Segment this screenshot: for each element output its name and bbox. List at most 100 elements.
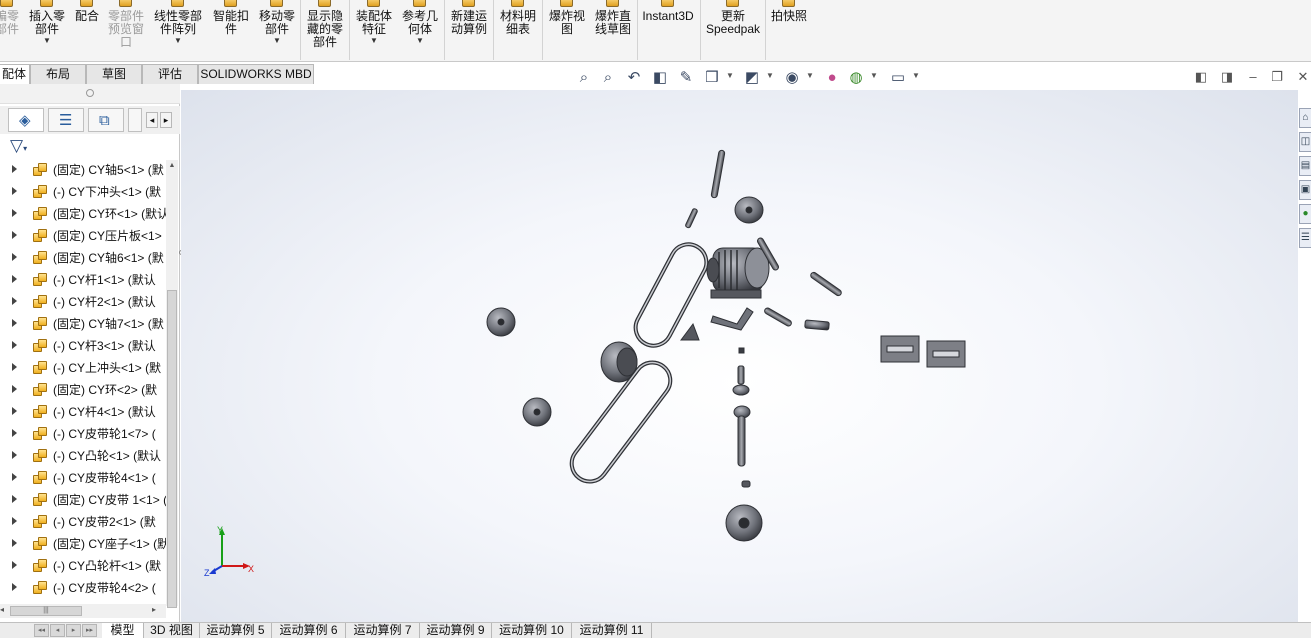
tree-item[interactable]: (-) CY杆1<1> (默认 bbox=[0, 270, 166, 292]
tree-item[interactable]: (固定) CY座子<1> (默 bbox=[0, 534, 166, 556]
tree-item[interactable]: (固定) CY轴5<1> (默 bbox=[0, 160, 166, 182]
previous-tab-icon[interactable]: ◂ bbox=[50, 624, 65, 637]
tab-solidworks-mbd[interactable]: SOLIDWORKS MBD bbox=[198, 64, 314, 84]
chevron-down-icon[interactable]: ▼ bbox=[726, 71, 734, 80]
tree-item[interactable]: (-) CY皮带轮4<1> ( bbox=[0, 468, 166, 490]
chevron-down-icon[interactable]: ▼ bbox=[912, 71, 920, 80]
hide-show-items-icon[interactable]: ◉ bbox=[782, 68, 802, 88]
chevron-down-icon[interactable]: ▼ bbox=[256, 36, 298, 46]
pin-part[interactable] bbox=[737, 365, 745, 385]
exploded-view-button[interactable]: 爆炸视 图 bbox=[545, 0, 589, 36]
tree-item[interactable]: (-) CY杆3<1> (默认 bbox=[0, 336, 166, 358]
tree-item[interactable]: (固定) CY轴7<1> (默 bbox=[0, 314, 166, 336]
scrollbar-thumb[interactable]: ||| bbox=[10, 606, 82, 616]
pin-part[interactable] bbox=[804, 319, 830, 331]
tab-layout[interactable]: 布局 bbox=[30, 64, 86, 84]
link-part[interactable] bbox=[764, 307, 793, 327]
motor-part[interactable] bbox=[706, 247, 770, 299]
tree-item[interactable]: (-) CY凸轮<1> (默认 bbox=[0, 446, 166, 468]
tree-item[interactable]: (-) CY杆4<1> (默认 bbox=[0, 402, 166, 424]
expand-arrow-icon[interactable] bbox=[12, 187, 17, 195]
tree-item[interactable]: (固定) CY环<1> (默认 bbox=[0, 204, 166, 226]
expand-arrow-icon[interactable] bbox=[12, 275, 17, 283]
filter-icon[interactable]: ▽▾ bbox=[10, 136, 36, 158]
expand-arrow-icon[interactable] bbox=[12, 341, 17, 349]
new-motion-study-button[interactable]: 新建运 动算例 bbox=[447, 0, 491, 36]
reference-geometry-button[interactable]: 参考几 何体 ▼ bbox=[399, 0, 441, 46]
property-manager-tab[interactable]: ☰ bbox=[48, 108, 84, 132]
tree-item[interactable]: (-) CY下冲头<1> (默 bbox=[0, 182, 166, 204]
bracket-part[interactable] bbox=[680, 322, 700, 341]
expand-arrow-icon[interactable] bbox=[12, 451, 17, 459]
tree-item[interactable]: (-) CY凸轮杆<1> (默 bbox=[0, 556, 166, 578]
crank-arm-part[interactable] bbox=[710, 307, 754, 331]
scroll-right-icon[interactable]: ▸ bbox=[160, 112, 172, 128]
expand-arrow-icon[interactable] bbox=[12, 297, 17, 305]
expand-arrow-icon[interactable] bbox=[12, 473, 17, 481]
chevron-down-icon[interactable]: ▼ bbox=[26, 36, 68, 46]
tab-3d-view[interactable]: 3D 视图 bbox=[144, 623, 200, 638]
apply-scene-icon[interactable]: ◍ bbox=[846, 68, 866, 88]
explode-line-sketch-button[interactable]: 爆炸直 线草图 bbox=[591, 0, 635, 36]
show-hidden-components-button[interactable]: 显示隐 藏的零 部件 bbox=[303, 0, 347, 49]
file-explorer-icon[interactable]: ▤ bbox=[1299, 156, 1311, 176]
chevron-down-icon[interactable]: ▼ bbox=[806, 71, 814, 80]
update-speedpak-button[interactable]: 更新 Speedpak bbox=[703, 0, 763, 36]
expand-arrow-icon[interactable] bbox=[12, 407, 17, 415]
scroll-right-icon[interactable]: ▸ bbox=[152, 605, 156, 614]
design-library-icon[interactable]: ◫ bbox=[1299, 132, 1311, 152]
configuration-manager-tab[interactable]: ⧉ bbox=[88, 108, 124, 132]
zoom-to-fit-icon[interactable]: ⌕ bbox=[574, 68, 594, 88]
tree-item[interactable]: (-) CY皮带轮1<7> ( bbox=[0, 424, 166, 446]
guide-block-part[interactable] bbox=[926, 340, 966, 368]
expand-arrow-icon[interactable] bbox=[12, 429, 17, 437]
last-tab-icon[interactable]: ▸▸ bbox=[82, 624, 97, 637]
split-left-icon[interactable]: ◧ bbox=[1192, 68, 1210, 86]
split-right-icon[interactable]: ◨ bbox=[1218, 68, 1236, 86]
section-view-icon[interactable]: ◧ bbox=[650, 68, 670, 88]
expand-arrow-icon[interactable] bbox=[12, 385, 17, 393]
view-settings-icon[interactable]: ▭ bbox=[888, 68, 908, 88]
dynamic-annotation-icon[interactable]: ✎ bbox=[676, 68, 696, 88]
custom-properties-icon[interactable]: ☰ bbox=[1299, 228, 1311, 248]
chevron-down-icon[interactable]: ▼ bbox=[150, 36, 206, 46]
tree-item[interactable]: (-) CY杆2<1> (默认 bbox=[0, 292, 166, 314]
tab-motion-study-11[interactable]: 运动算例 11 bbox=[572, 623, 652, 638]
bill-of-materials-button[interactable]: 材料明 细表 bbox=[496, 0, 540, 36]
scroll-left-icon[interactable]: ◂ bbox=[146, 112, 158, 128]
link-part[interactable] bbox=[810, 271, 843, 297]
expand-arrow-icon[interactable] bbox=[12, 165, 17, 173]
tree-horizontal-scrollbar[interactable]: ◂ ||| ▸ bbox=[0, 604, 166, 618]
pin-part[interactable] bbox=[685, 208, 698, 229]
minimize-icon[interactable]: – bbox=[1244, 68, 1262, 86]
tab-motion-study-10[interactable]: 运动算例 10 bbox=[492, 623, 572, 638]
component-preview-button[interactable]: 零部件 预览窗 口 bbox=[106, 0, 146, 49]
edit-component-button[interactable]: 编零 部件 bbox=[0, 0, 20, 36]
chevron-down-icon[interactable]: ▼ bbox=[870, 71, 878, 80]
guide-block-part[interactable] bbox=[880, 335, 920, 363]
expand-arrow-icon[interactable] bbox=[12, 319, 17, 327]
expand-arrow-icon[interactable] bbox=[12, 583, 17, 591]
next-tab-icon[interactable]: ▸ bbox=[66, 624, 81, 637]
tab-sketch[interactable]: 草图 bbox=[86, 64, 142, 84]
graphics-area[interactable] bbox=[181, 90, 1298, 622]
expand-arrow-icon[interactable] bbox=[12, 517, 17, 525]
move-component-button[interactable]: 移动零 部件 ▼ bbox=[256, 0, 298, 46]
expand-arrow-icon[interactable] bbox=[12, 539, 17, 547]
restore-icon[interactable]: ❐ bbox=[1268, 68, 1286, 86]
expand-arrow-icon[interactable] bbox=[12, 495, 17, 503]
display-style-icon[interactable]: ◩ bbox=[742, 68, 762, 88]
tab-motion-study-7[interactable]: 运动算例 7 bbox=[346, 623, 420, 638]
tab-assembly[interactable]: 配体 bbox=[0, 64, 30, 84]
exploded-assembly-model[interactable] bbox=[181, 90, 1298, 622]
more-tabs[interactable] bbox=[128, 108, 142, 132]
chevron-down-icon[interactable]: ▼ bbox=[352, 36, 396, 46]
view-orientation-icon[interactable]: ❒ bbox=[702, 68, 722, 88]
linear-pattern-button[interactable]: 线性零部 件阵列 ▼ bbox=[150, 0, 206, 46]
expand-arrow-icon[interactable] bbox=[12, 363, 17, 371]
expand-arrow-icon[interactable] bbox=[12, 561, 17, 569]
tree-item[interactable]: (-) CY皮带轮4<2> ( bbox=[0, 578, 166, 600]
scrollbar-thumb[interactable] bbox=[167, 290, 177, 608]
chevron-down-icon[interactable]: ▼ bbox=[766, 71, 774, 80]
view-palette-icon[interactable]: ▣ bbox=[1299, 180, 1311, 200]
